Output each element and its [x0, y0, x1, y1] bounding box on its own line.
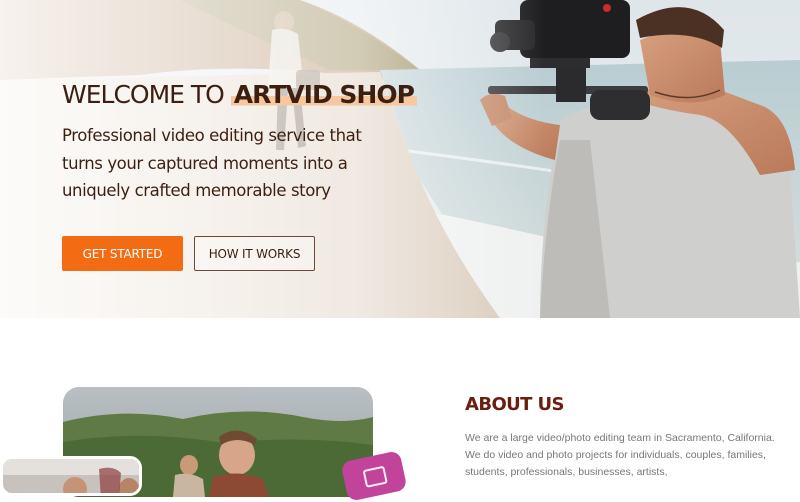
- about-title: ABOUT US: [465, 394, 565, 415]
- hero-title-prefix: WELCOME TO: [62, 80, 225, 109]
- hero-text-block: WELCOME TO ARTVID SHOP Professional vide…: [62, 78, 482, 205]
- hero-section: WELCOME TO ARTVID SHOP Professional vide…: [0, 0, 800, 318]
- get-started-button[interactable]: GET STARTED: [62, 236, 183, 271]
- about-description: We are a large video/photo editing team …: [465, 432, 775, 478]
- hero-brand-name: ARTVID SHOP: [230, 80, 417, 109]
- secondary-photo: [0, 456, 142, 496]
- how-it-works-button[interactable]: HOW IT WORKS: [194, 236, 315, 271]
- secondary-photo-image: [3, 459, 139, 493]
- hero-title: WELCOME TO ARTVID SHOP: [62, 78, 482, 112]
- video-frame-icon: [362, 465, 388, 488]
- hero-subtitle: Professional video editing service that …: [62, 126, 362, 200]
